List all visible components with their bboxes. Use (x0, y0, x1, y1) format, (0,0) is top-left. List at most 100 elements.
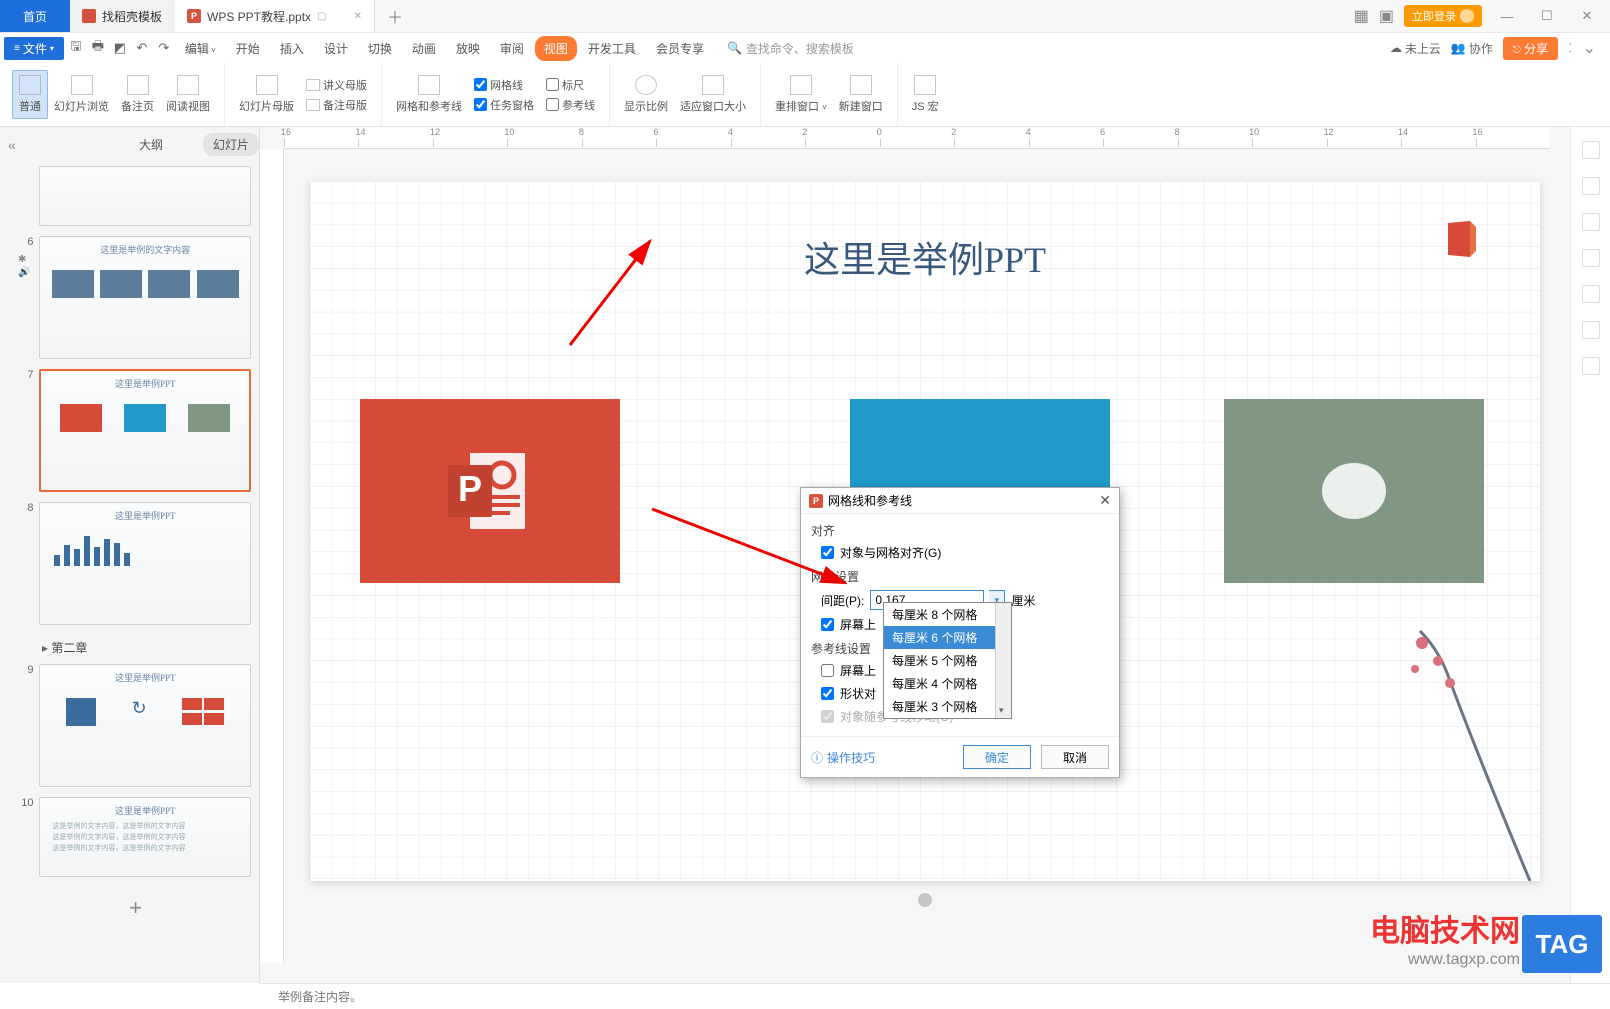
dropdown-item[interactable]: 每厘米 4 个网格 (884, 672, 1011, 695)
apps-icon[interactable]: ▣ (1379, 6, 1394, 26)
spacing-dropdown-list[interactable]: 每厘米 8 个网格 每厘米 6 个网格 每厘米 5 个网格 每厘米 4 个网格 … (883, 602, 1012, 719)
checkbox-snap-to-grid[interactable]: 对象与网格对齐(G) (811, 541, 1109, 564)
templates-icon (82, 9, 96, 23)
cancel-button[interactable]: 取消 (1041, 745, 1109, 769)
new-window-button[interactable]: 新建窗口 (833, 71, 889, 118)
tab-document[interactable]: P WPS PPT教程.pptx ▢ ✕ (175, 0, 375, 32)
dropdown-item[interactable]: 每厘米 5 个网格 (884, 649, 1011, 672)
collapse-ribbon-icon[interactable]: ː (1568, 39, 1572, 57)
slide-card-powerpoint: P (360, 399, 620, 583)
dialog-close-icon[interactable]: ✕ (1099, 492, 1111, 509)
rail-shapes-icon[interactable] (1582, 213, 1600, 231)
editor-canvas[interactable]: 1614121086420246810121416 这里是举例PPT P (260, 127, 1570, 983)
svg-text:P: P (458, 468, 482, 509)
command-search[interactable]: 🔍 查找命令、搜索模板 (727, 40, 854, 57)
tab-templates-label: 找稻壳模板 (102, 8, 162, 25)
thumbnail-row[interactable]: 10 这里是举例PPT 这是举例的文字内容，这是举例的文字内容这是举例的文字内容… (20, 797, 251, 877)
ribbon-group-zoom: 显示比例 适应窗口大小 (610, 63, 761, 126)
thumbnail-row[interactable]: 7 这里是举例PPT (20, 369, 251, 492)
slide-thumbnail[interactable]: 这里是举例PPT 这是举例的文字内容，这是举例的文字内容这是举例的文字内容，这是… (39, 797, 251, 877)
qat-undo-icon[interactable]: ↶ (132, 38, 152, 58)
dropdown-scrollbar[interactable]: ▾ (995, 603, 1011, 718)
arrange-windows-button[interactable]: 重排窗口 ˅ (769, 71, 833, 118)
slide-thumbnail-selected[interactable]: 这里是举例PPT (39, 369, 251, 492)
dialog-titlebar[interactable]: P 网格线和参考线 ✕ (801, 488, 1119, 514)
tab-outline[interactable]: 大纲 (129, 133, 173, 156)
cloud-status[interactable]: ☁ 未上云 (1390, 40, 1441, 57)
menu-review[interactable]: 审阅 (491, 36, 533, 61)
view-normal-button[interactable]: 普通 (12, 70, 48, 119)
rail-feedback-icon[interactable] (1582, 357, 1600, 375)
dropdown-item[interactable]: 每厘米 8 个网格 (884, 603, 1011, 626)
menu-start[interactable]: 开始 (227, 36, 269, 61)
ribbon-dropdown-icon[interactable]: ⌄ (1583, 38, 1596, 58)
checkbox-guides[interactable]: 参考线 (546, 95, 595, 115)
qat-redo-icon[interactable]: ↷ (154, 38, 174, 58)
menu-insert[interactable]: 插入 (271, 36, 313, 61)
qat-print-icon[interactable]: 🖶 (88, 38, 108, 58)
scroll-handle-bottom-icon[interactable] (918, 893, 932, 907)
tab-templates[interactable]: 找稻壳模板 (70, 0, 175, 32)
share-button[interactable]: ⎋ 分享 (1503, 37, 1558, 60)
ppt-icon: P (187, 9, 201, 23)
fit-window-button[interactable]: 适应窗口大小 (674, 71, 752, 118)
rail-animation-icon[interactable] (1582, 285, 1600, 303)
panel-collapse-icon[interactable]: « (0, 137, 24, 153)
grid-layout-icon[interactable]: ▦ (1354, 6, 1369, 26)
slide-thumbnail[interactable]: 这里是举例PPT (39, 502, 251, 625)
thumbnail-row[interactable]: 9 这里是举例PPT ↻ (20, 664, 251, 787)
dropdown-item[interactable]: 每厘米 3 个网格 (884, 695, 1011, 718)
doc-dropdown-icon[interactable]: ▢ (317, 11, 326, 22)
new-tab-button[interactable]: ＋ (375, 0, 415, 32)
checkbox-ruler[interactable]: 标尺 (546, 75, 595, 95)
notes-text[interactable]: 举例备注内容。 (270, 988, 362, 1005)
slide-master-button[interactable]: 幻灯片母版 (233, 71, 300, 118)
qat-preview-icon[interactable]: ◩ (110, 38, 130, 58)
checkbox-taskpane[interactable]: 任务窗格 (474, 95, 534, 115)
view-reading-button[interactable]: 阅读视图 (160, 71, 216, 118)
view-sorter-button[interactable]: 幻灯片浏览 (48, 71, 115, 118)
slide-thumbnail[interactable]: 这里是举例的文字内容 (39, 236, 251, 359)
collab-button[interactable]: 👥 协作 (1451, 40, 1493, 57)
ribbon-group-window: 重排窗口 ˅ 新建窗口 (761, 63, 898, 126)
thumbnail-row[interactable]: 6 ✱🔊 这里是举例的文字内容 (20, 236, 251, 359)
tab-home[interactable]: 首页 (0, 0, 70, 32)
tab-close-icon[interactable]: ✕ (354, 11, 362, 22)
menu-slideshow[interactable]: 放映 (447, 36, 489, 61)
js-macro-button[interactable]: JS 宏 (906, 71, 945, 118)
ok-button[interactable]: 确定 (963, 745, 1031, 769)
slide-thumbnail[interactable]: 这里是举例PPT ↻ (39, 664, 251, 787)
grid-guides-button[interactable]: 网格和参考线 (390, 71, 468, 118)
tab-slides[interactable]: 幻灯片 (203, 133, 259, 156)
view-notes-button[interactable]: 备注页 (115, 71, 160, 118)
window-minimize-icon[interactable]: — (1492, 9, 1522, 24)
chapter-label[interactable]: 第二章 (20, 635, 251, 664)
dialog-tip-link[interactable]: ⓘ 操作技巧 (811, 749, 875, 766)
thumbnail-row[interactable] (20, 166, 251, 226)
zoom-button[interactable]: 显示比例 (618, 71, 674, 118)
window-maximize-icon[interactable]: ☐ (1532, 8, 1562, 24)
thumbnail-row[interactable]: 8 这里是举例PPT (20, 502, 251, 625)
rail-diamond-icon[interactable] (1582, 141, 1600, 159)
thumbnail-list[interactable]: 6 ✱🔊 这里是举例的文字内容 7 这里是举例PPT 8 这里是举例PPT (0, 162, 259, 983)
menu-transition[interactable]: 切换 (359, 36, 401, 61)
handout-master-button[interactable]: 讲义母版 (306, 75, 367, 95)
menu-animation[interactable]: 动画 (403, 36, 445, 61)
rail-settings-icon[interactable] (1582, 177, 1600, 195)
dropdown-item-selected[interactable]: 每厘米 6 个网格 (884, 626, 1011, 649)
rail-location-icon[interactable] (1582, 321, 1600, 339)
login-button[interactable]: 立即登录 (1404, 5, 1482, 27)
menu-view[interactable]: 视图 (535, 36, 577, 61)
menu-member[interactable]: 会员专享 (647, 36, 713, 61)
checkbox-gridlines[interactable]: 网格线 (474, 75, 534, 95)
menu-devtools[interactable]: 开发工具 (579, 36, 645, 61)
add-slide-button[interactable]: + (20, 887, 251, 929)
file-menu-button[interactable]: ≡ 文件 ▾ (4, 37, 64, 60)
slide-thumbnail[interactable] (39, 166, 251, 226)
notes-master-button[interactable]: 备注母版 (306, 95, 367, 115)
qat-save-icon[interactable]: 🖫 (66, 38, 86, 58)
window-close-icon[interactable]: ✕ (1572, 8, 1602, 24)
menu-design[interactable]: 设计 (315, 36, 357, 61)
menu-edit[interactable]: 编辑 ˅ (176, 36, 225, 61)
rail-export-icon[interactable] (1582, 249, 1600, 267)
